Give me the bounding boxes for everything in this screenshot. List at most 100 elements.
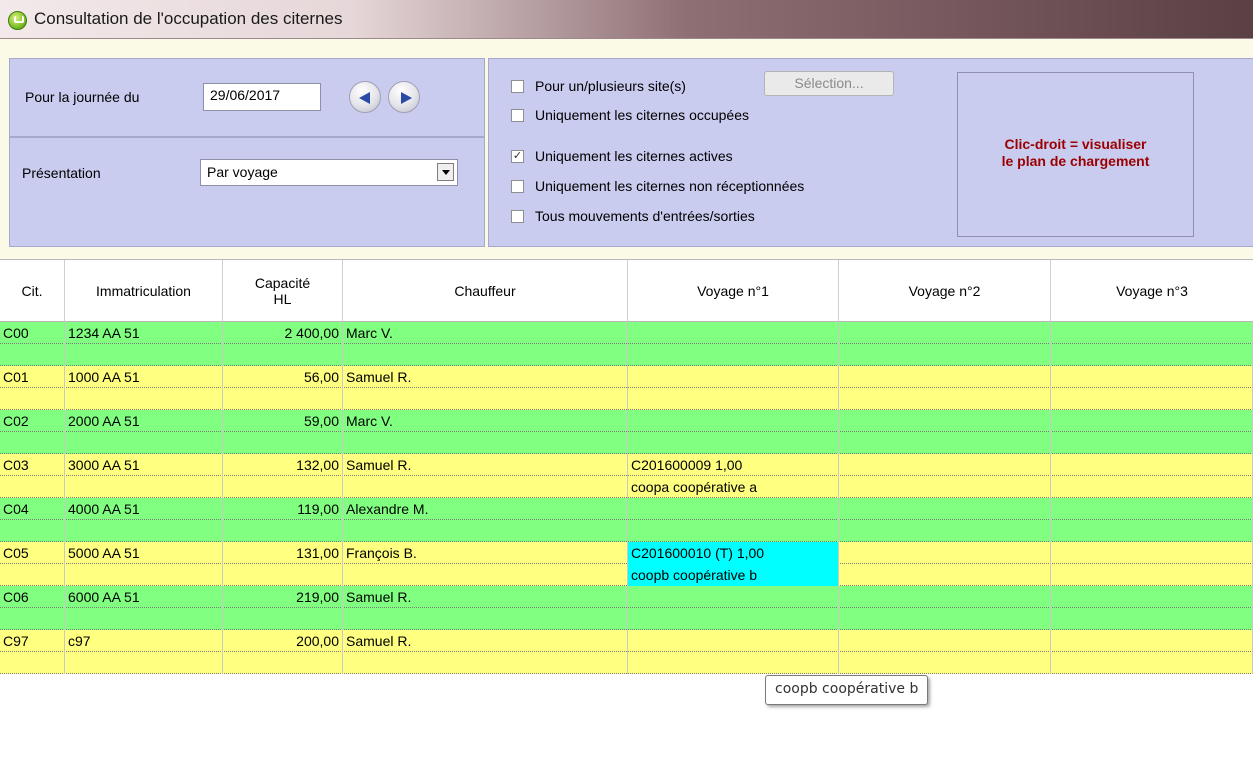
cell-immat[interactable]: 1000 AA 51: [65, 366, 223, 388]
cell-cit[interactable]: C00: [0, 322, 65, 344]
cell-cap[interactable]: [223, 344, 343, 366]
cell-v1[interactable]: coopb coopérative b: [628, 564, 839, 586]
cell-chauffeur[interactable]: [343, 344, 628, 366]
sites-checkbox[interactable]: [511, 79, 524, 93]
presentation-select[interactable]: Par voyage: [200, 159, 458, 186]
table-row[interactable]: [0, 608, 1253, 630]
cell-chauffeur[interactable]: François B.: [343, 542, 628, 564]
cell-cit[interactable]: [0, 520, 65, 542]
cell-v2[interactable]: [839, 454, 1051, 476]
cell-v3[interactable]: [1051, 564, 1253, 586]
cell-immat[interactable]: [65, 344, 223, 366]
cell-cit[interactable]: [0, 388, 65, 410]
cell-chauffeur[interactable]: Alexandre M.: [343, 498, 628, 520]
cell-v3[interactable]: [1051, 454, 1253, 476]
cell-cap[interactable]: [223, 520, 343, 542]
cell-cit[interactable]: C01: [0, 366, 65, 388]
cell-cit[interactable]: C97: [0, 630, 65, 652]
previous-day-button[interactable]: [349, 81, 381, 113]
cell-cit[interactable]: [0, 608, 65, 630]
cell-v3[interactable]: [1051, 542, 1253, 564]
filter-occupied[interactable]: Uniquement les citernes occupées: [511, 104, 749, 126]
cell-chauffeur[interactable]: Samuel R.: [343, 630, 628, 652]
cell-chauffeur[interactable]: [343, 520, 628, 542]
cell-chauffeur[interactable]: Samuel R.: [343, 454, 628, 476]
cell-cit[interactable]: [0, 476, 65, 498]
active-checkbox[interactable]: ✓: [511, 149, 524, 163]
table-row[interactable]: [0, 652, 1253, 674]
cell-v3[interactable]: [1051, 608, 1253, 630]
title-bar[interactable]: Consultation de l'occupation des citerne…: [0, 0, 1253, 39]
cell-v2[interactable]: [839, 498, 1051, 520]
cell-v2[interactable]: [839, 476, 1051, 498]
table-row[interactable]: [0, 432, 1253, 454]
cell-cit[interactable]: [0, 652, 65, 674]
cell-cit[interactable]: C05: [0, 542, 65, 564]
cell-v3[interactable]: [1051, 586, 1253, 608]
table-row[interactable]: [0, 388, 1253, 410]
cell-cap[interactable]: [223, 608, 343, 630]
cell-cit[interactable]: [0, 344, 65, 366]
not-received-checkbox[interactable]: [511, 179, 524, 193]
table-row[interactable]: coopa coopérative a: [0, 476, 1253, 498]
cell-v1[interactable]: [628, 520, 839, 542]
cell-cit[interactable]: C06: [0, 586, 65, 608]
header-capacite[interactable]: Capacité HL: [223, 260, 343, 322]
date-input[interactable]: 29/06/2017: [203, 83, 321, 111]
cell-cap[interactable]: [223, 432, 343, 454]
header-chauffeur[interactable]: Chauffeur: [343, 260, 628, 322]
table-row[interactable]: [0, 520, 1253, 542]
filter-active[interactable]: ✓ Uniquement les citernes actives: [511, 145, 733, 167]
cell-cap[interactable]: [223, 388, 343, 410]
cell-v2[interactable]: [839, 630, 1051, 652]
cell-chauffeur[interactable]: Marc V.: [343, 322, 628, 344]
cell-cap[interactable]: [223, 476, 343, 498]
cell-v1[interactable]: [628, 608, 839, 630]
cell-v3[interactable]: [1051, 366, 1253, 388]
cell-v3[interactable]: [1051, 410, 1253, 432]
table-row[interactable]: C01 1000 AA 51 56,00 Samuel R.: [0, 366, 1253, 388]
cell-v1[interactable]: [628, 652, 839, 674]
cell-cit[interactable]: C03: [0, 454, 65, 476]
header-immatriculation[interactable]: Immatriculation: [65, 260, 223, 322]
cell-v2[interactable]: [839, 608, 1051, 630]
cell-v3[interactable]: [1051, 344, 1253, 366]
cell-immat[interactable]: c97: [65, 630, 223, 652]
header-voyage-3[interactable]: Voyage n°3: [1051, 260, 1253, 322]
next-day-button[interactable]: [388, 81, 420, 113]
cell-immat[interactable]: [65, 432, 223, 454]
cell-v2[interactable]: [839, 520, 1051, 542]
cell-immat[interactable]: [65, 388, 223, 410]
cell-v2[interactable]: [839, 564, 1051, 586]
filter-all-moves[interactable]: Tous mouvements d'entrées/sorties: [511, 205, 755, 227]
cell-v1[interactable]: [628, 432, 839, 454]
selection-button[interactable]: Sélection...: [764, 71, 894, 96]
header-voyage-2[interactable]: Voyage n°2: [839, 260, 1051, 322]
table-row[interactable]: C06 6000 AA 51 219,00 Samuel R.: [0, 586, 1253, 608]
cell-immat[interactable]: [65, 652, 223, 674]
cell-v2[interactable]: [839, 432, 1051, 454]
cell-v3[interactable]: [1051, 476, 1253, 498]
cell-v1[interactable]: [628, 410, 839, 432]
cell-chauffeur[interactable]: [343, 388, 628, 410]
cell-cap[interactable]: 59,00: [223, 410, 343, 432]
cell-v2[interactable]: [839, 322, 1051, 344]
cell-cit[interactable]: C02: [0, 410, 65, 432]
cell-v1[interactable]: [628, 388, 839, 410]
table-row[interactable]: C03 3000 AA 51 132,00 Samuel R. C201600009 1…: [0, 454, 1253, 476]
cell-cap[interactable]: 131,00: [223, 542, 343, 564]
cell-immat[interactable]: 3000 AA 51: [65, 454, 223, 476]
cell-v3[interactable]: [1051, 432, 1253, 454]
cell-v2[interactable]: [839, 344, 1051, 366]
cell-cap[interactable]: 56,00: [223, 366, 343, 388]
cell-v3[interactable]: [1051, 652, 1253, 674]
cell-v1[interactable]: C201600010 (T) 1,00: [628, 542, 839, 564]
cell-cap[interactable]: 132,00: [223, 454, 343, 476]
cell-immat[interactable]: [65, 564, 223, 586]
cell-v3[interactable]: [1051, 520, 1253, 542]
occupied-checkbox[interactable]: [511, 108, 524, 122]
cell-cap[interactable]: [223, 564, 343, 586]
cell-immat[interactable]: [65, 608, 223, 630]
header-voyage-1[interactable]: Voyage n°1: [628, 260, 839, 322]
table-row[interactable]: C05 5000 AA 51 131,00 François B. C201600010…: [0, 542, 1253, 564]
